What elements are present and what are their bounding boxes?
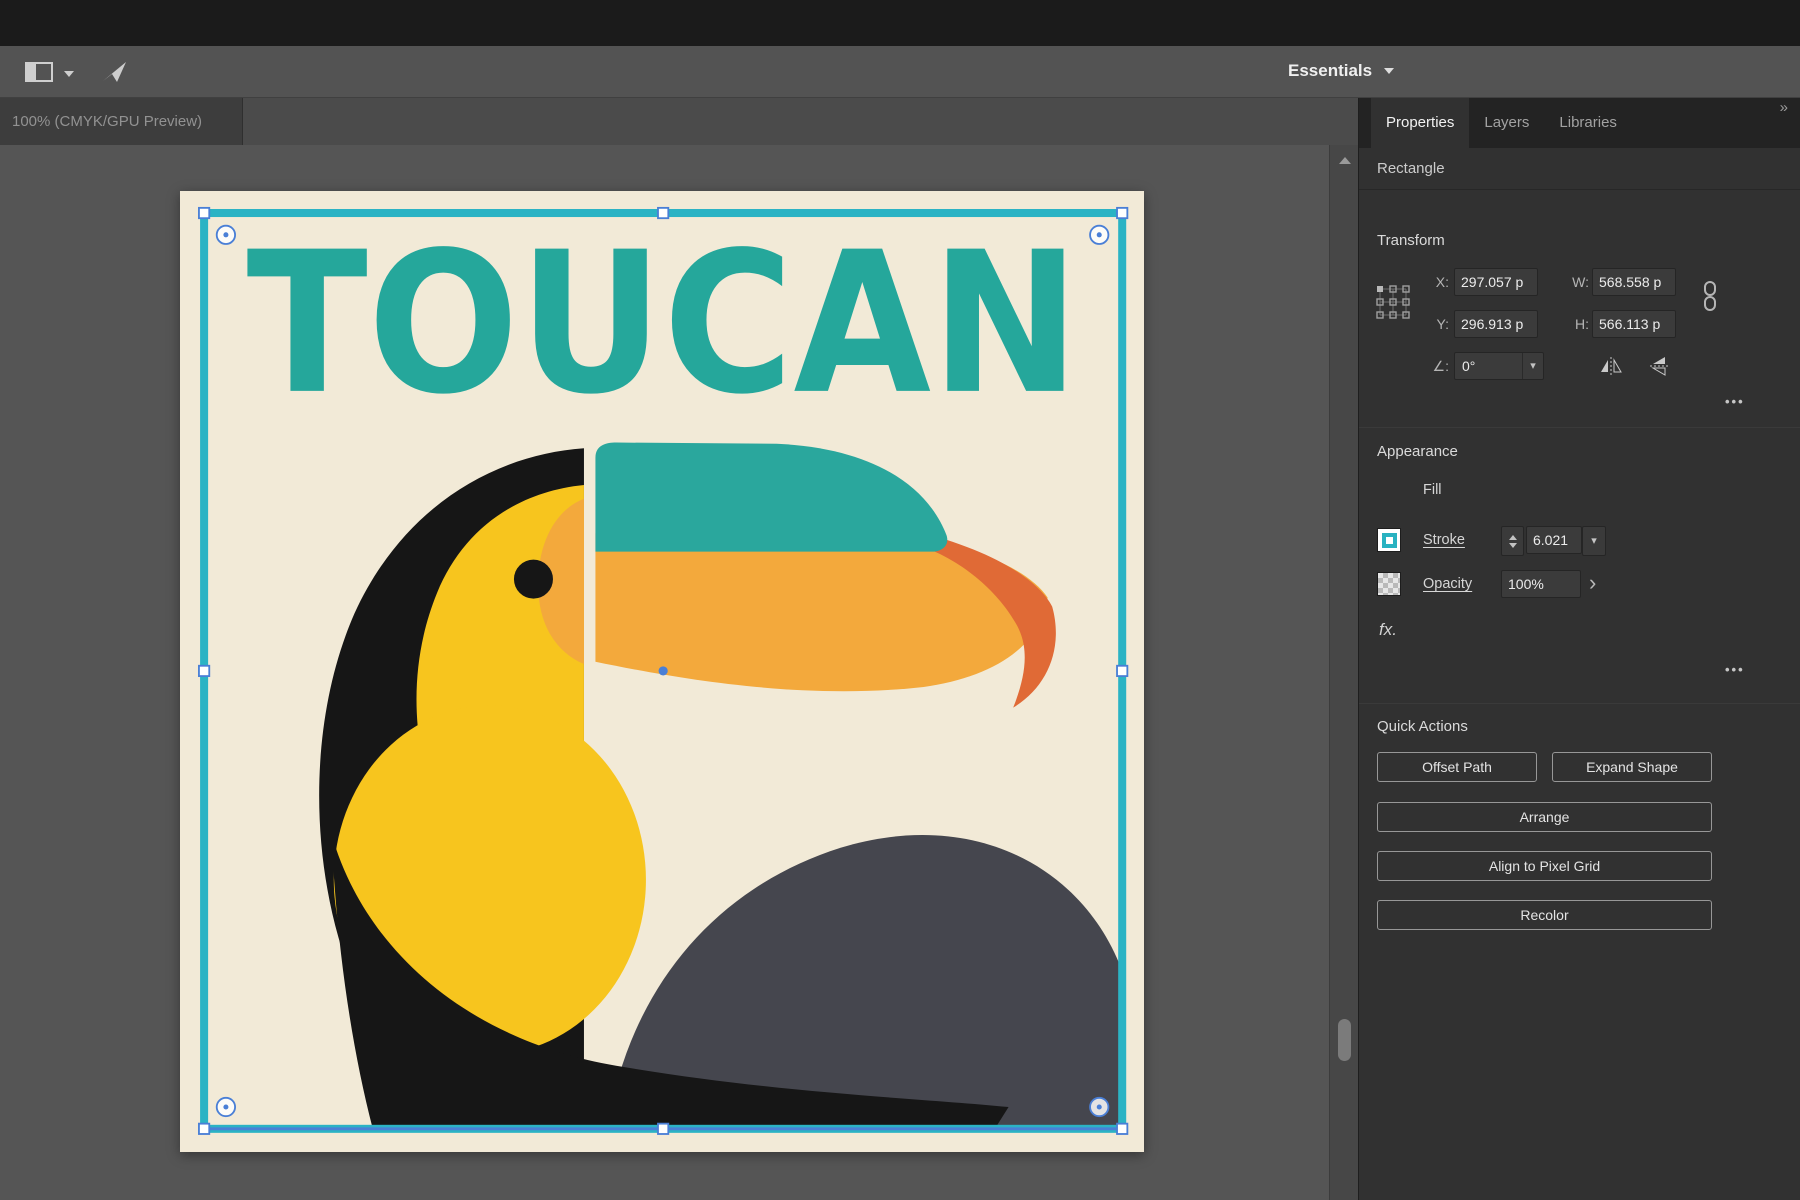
workspace-caret-icon[interactable]: [64, 71, 74, 77]
tab-libraries[interactable]: Libraries: [1544, 98, 1632, 148]
offset-path-button[interactable]: Offset Path: [1377, 752, 1537, 782]
workspace-layout-icon[interactable]: [25, 62, 53, 87]
selection-handle[interactable]: [199, 666, 209, 676]
toucan-eye[interactable]: [514, 560, 553, 599]
appearance-more-options-icon[interactable]: •••: [1725, 662, 1745, 677]
scroll-up-icon[interactable]: [1339, 157, 1351, 164]
transform-more-options-icon[interactable]: •••: [1725, 394, 1745, 409]
stroke-weight-stepper[interactable]: [1501, 526, 1524, 556]
link-dimensions-icon[interactable]: [1697, 280, 1723, 317]
fill-label: Fill: [1423, 478, 1442, 502]
reference-point-icon[interactable]: [1376, 285, 1410, 324]
h-field[interactable]: 566.113 p: [1592, 310, 1676, 338]
workspace-switcher[interactable]: Essentials: [1288, 61, 1394, 81]
stroke-weight-field[interactable]: 6.021: [1526, 526, 1582, 554]
opacity-link[interactable]: Opacity: [1423, 572, 1472, 596]
selection-handle[interactable]: [658, 1124, 668, 1134]
recolor-button[interactable]: Recolor: [1377, 900, 1712, 930]
chevron-down-icon: [1384, 68, 1394, 74]
quick-actions-title: Quick Actions: [1377, 718, 1468, 735]
scrollbar-thumb[interactable]: [1338, 1019, 1351, 1061]
align-to-pixel-grid-button[interactable]: Align to Pixel Grid: [1377, 851, 1712, 881]
transform-section-title: Transform: [1377, 232, 1445, 249]
panel-tab-bar: Properties Layers Libraries: [1359, 98, 1800, 148]
stroke-color-ring: [1382, 533, 1397, 548]
stroke-swatch[interactable]: [1377, 528, 1401, 552]
corner-widget[interactable]: [1090, 1098, 1108, 1116]
flip-horizontal-icon[interactable]: [1599, 356, 1623, 381]
h-label: H:: [1555, 310, 1589, 338]
expand-shape-button[interactable]: Expand Shape: [1552, 752, 1712, 782]
selection-handle[interactable]: [199, 1124, 209, 1134]
system-top-bar: [0, 0, 1800, 46]
toucan-upper-beak[interactable]: [595, 443, 947, 552]
vertical-scrollbar[interactable]: [1329, 145, 1358, 1200]
x-label: X:: [1415, 268, 1449, 296]
selection-type-header: Rectangle: [1359, 148, 1800, 190]
selection-center-point[interactable]: [659, 666, 668, 675]
chevron-down-icon: ▾: [1522, 353, 1543, 379]
tab-properties[interactable]: Properties: [1371, 98, 1469, 148]
opacity-chevron-icon[interactable]: ›: [1589, 568, 1596, 598]
app-bar: Essentials Search Adobe Stock: [0, 46, 1800, 98]
x-field[interactable]: 297.057 p: [1454, 268, 1538, 296]
opacity-swatch[interactable]: [1377, 572, 1401, 596]
toucan-poster: TOUCAN: [180, 191, 1144, 1152]
corner-widget[interactable]: [217, 226, 235, 244]
appearance-section-title: Appearance: [1377, 443, 1458, 460]
illustrator-home-icon[interactable]: [102, 60, 128, 89]
corner-widget[interactable]: [217, 1098, 235, 1116]
selection-handle[interactable]: [1117, 208, 1127, 218]
y-label: Y:: [1415, 310, 1449, 338]
document-tab-strip: 100% (CMYK/GPU Preview): [0, 98, 1358, 145]
illustrator-app: { "app": { "workspace_menu": "Essentials…: [0, 0, 1800, 1200]
panel-expand-icon[interactable]: »: [1780, 99, 1788, 116]
opacity-field[interactable]: 100%: [1501, 570, 1581, 598]
selection-handle[interactable]: [1117, 1124, 1127, 1134]
flip-vertical-icon[interactable]: [1649, 356, 1671, 381]
selection-handle[interactable]: [1117, 666, 1127, 676]
stepper-up-icon[interactable]: [1509, 535, 1517, 540]
section-divider: [1359, 427, 1800, 428]
document-tab[interactable]: 100% (CMYK/GPU Preview): [0, 98, 243, 145]
poster-title[interactable]: TOUCAN: [247, 211, 1080, 438]
properties-panel: Properties Layers Libraries » Rectangle …: [1358, 98, 1800, 1200]
stepper-down-icon[interactable]: [1509, 543, 1517, 548]
y-field[interactable]: 296.913 p: [1454, 310, 1538, 338]
selection-handle[interactable]: [199, 208, 209, 218]
canvas[interactable]: TOUCAN: [0, 145, 1329, 1200]
corner-widget[interactable]: [1090, 226, 1108, 244]
stroke-link[interactable]: Stroke: [1423, 528, 1465, 552]
rotation-dropdown[interactable]: 0° ▾: [1454, 352, 1544, 380]
rotation-value: 0°: [1455, 358, 1522, 374]
arrange-button[interactable]: Arrange: [1377, 802, 1712, 832]
workspace-name: Essentials: [1288, 61, 1372, 81]
stroke-weight-dropdown-icon[interactable]: ▾: [1582, 526, 1606, 556]
w-label: W:: [1555, 268, 1589, 296]
w-field[interactable]: 568.558 p: [1592, 268, 1676, 296]
effects-button[interactable]: fx.: [1379, 620, 1397, 640]
selection-handle[interactable]: [658, 208, 668, 218]
artboard[interactable]: TOUCAN: [180, 191, 1144, 1152]
tab-layers[interactable]: Layers: [1469, 98, 1544, 148]
angle-label: ∠:: [1415, 352, 1449, 380]
section-divider: [1359, 703, 1800, 704]
